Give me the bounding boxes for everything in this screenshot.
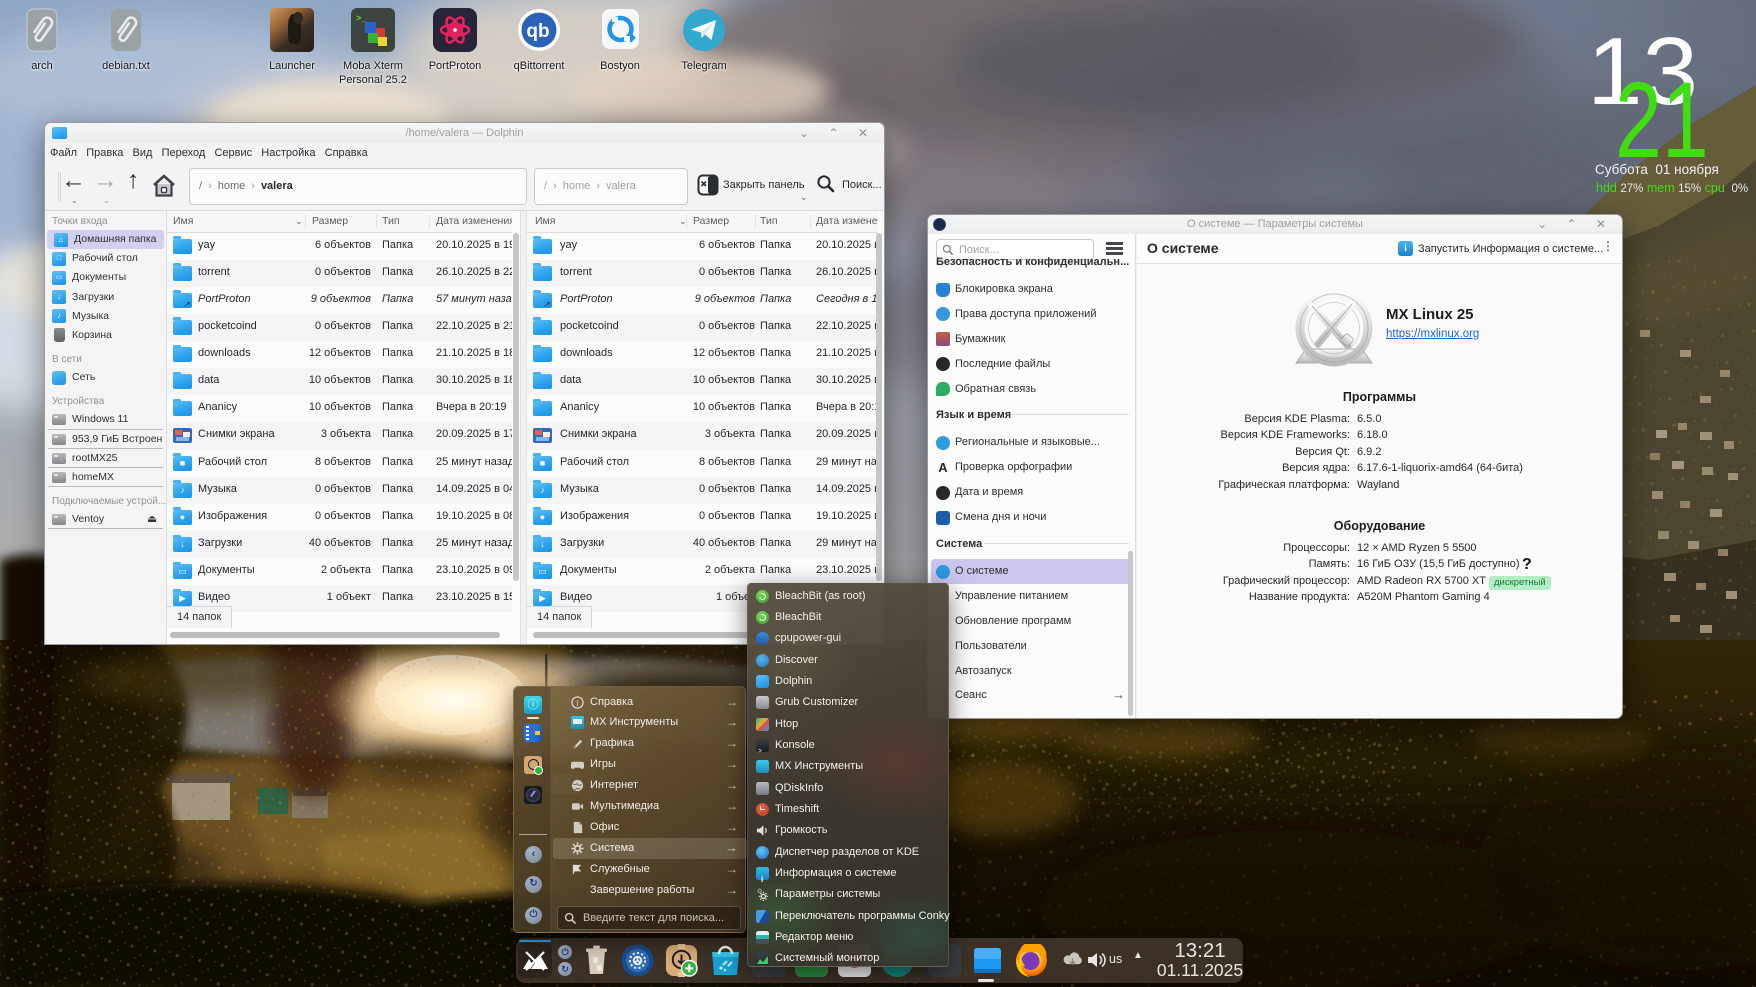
svg-text:i: i [576,698,579,707]
svg-text:qb: qb [526,21,549,42]
